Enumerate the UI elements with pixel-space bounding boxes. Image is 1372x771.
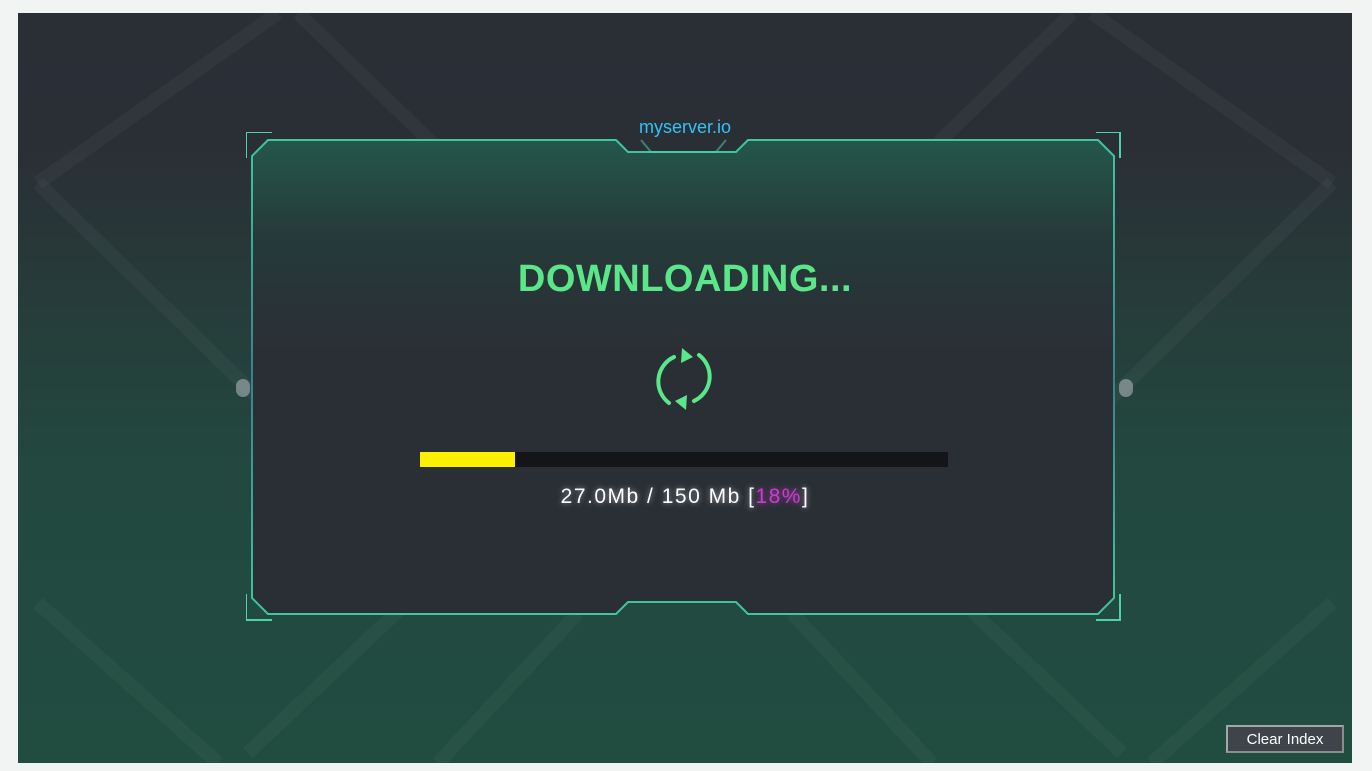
refresh-icon [656,348,712,410]
total-size: 150 Mb [661,485,741,508]
server-host[interactable]: myserver.io [18,117,1352,138]
size-separator: / [639,485,662,508]
download-progress-bar [420,452,948,467]
clear-index-button[interactable]: Clear Index [1226,725,1344,753]
bracket-close: ] [801,485,810,508]
download-status-title: DOWNLOADING... [517,258,853,300]
loading-screen: myserver.io DOWNLOADING... 27.0Mb / 150 … [18,13,1352,763]
downloaded-size: 27.0Mb [560,485,640,508]
download-progress-fill [420,452,516,467]
progress-percent: 18% [755,485,802,508]
download-progress-text: 27.0Mb / 150 Mb [18%] [18,485,1352,509]
bracket-open: [ [740,485,756,508]
